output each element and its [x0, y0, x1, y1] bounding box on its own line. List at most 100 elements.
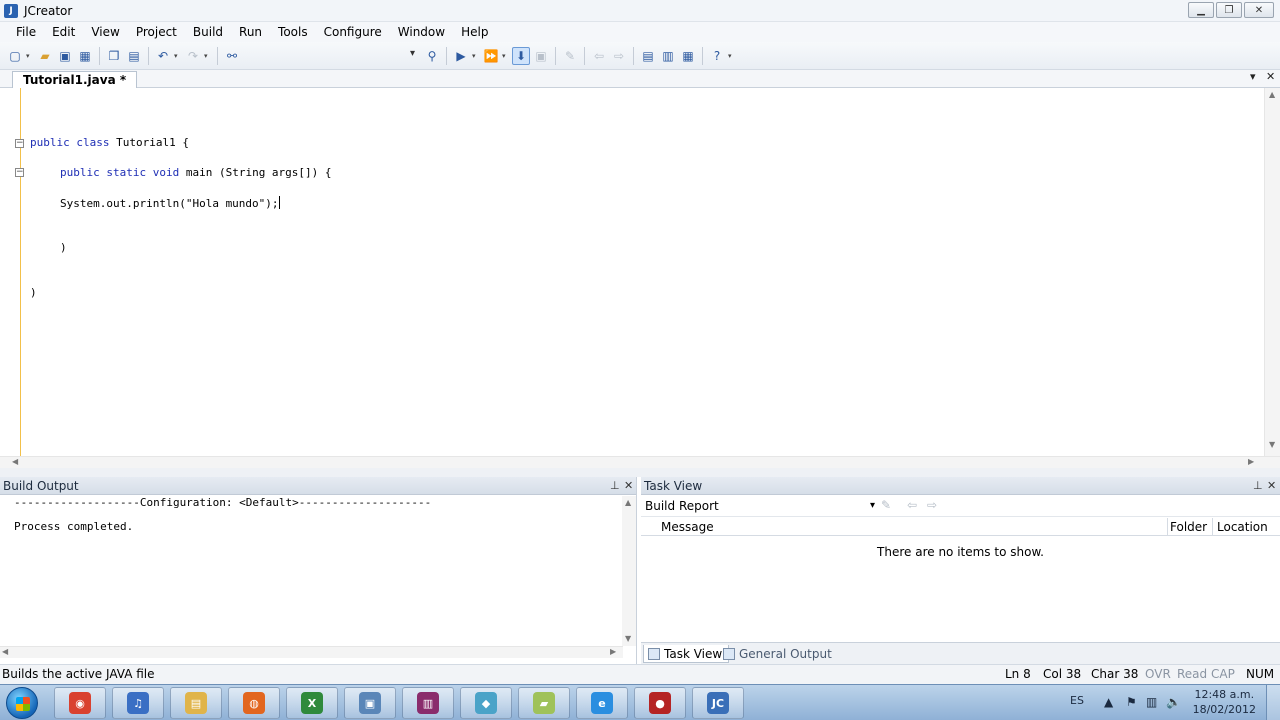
jcreator-app-icon[interactable]: J: [4, 3, 18, 18]
taskbar-itunes-button[interactable]: ♫: [112, 687, 164, 719]
clock[interactable]: 12:48 a.m. 18/02/2012: [1193, 687, 1256, 717]
language-indicator[interactable]: ES: [1070, 694, 1084, 707]
save-icon[interactable]: ▣: [56, 47, 74, 65]
menu-view[interactable]: View: [83, 22, 127, 42]
column-folder[interactable]: Folder: [1165, 518, 1213, 536]
window-layout-icon[interactable]: ▤: [639, 47, 657, 65]
copy-icon[interactable]: ❐: [105, 47, 123, 65]
menu-edit[interactable]: Edit: [44, 22, 83, 42]
redo-icon[interactable]: ↷: [184, 47, 202, 65]
next-task-icon[interactable]: ⇨: [927, 498, 937, 512]
status-char: Char 38: [1091, 667, 1139, 681]
pin-icon[interactable]: ⊥: [1253, 477, 1263, 495]
taskbar-winrar-button[interactable]: ▥: [402, 687, 454, 719]
undo-icon[interactable]: ↶: [154, 47, 172, 65]
close-pane-icon[interactable]: ✕: [624, 477, 633, 495]
minimize-button[interactable]: ▁: [1188, 2, 1214, 18]
scroll-left-icon[interactable]: ◀: [2, 647, 8, 656]
scroll-down-icon[interactable]: ▼: [1269, 440, 1275, 449]
close-button[interactable]: ✕: [1244, 2, 1274, 18]
forward-arrow-icon[interactable]: ⇨: [610, 47, 628, 65]
search-combo-box[interactable]: [247, 47, 417, 65]
scroll-up-icon[interactable]: ▲: [1269, 90, 1275, 99]
column-location[interactable]: Location: [1212, 518, 1280, 536]
menu-build[interactable]: Build: [185, 22, 231, 42]
restore-button[interactable]: ❐: [1216, 2, 1242, 18]
edit-pencil-icon[interactable]: ✎: [561, 47, 579, 65]
window-cascade-icon[interactable]: ▦: [679, 47, 697, 65]
new-file-dropdown-icon[interactable]: ▾: [26, 52, 34, 60]
close-document-icon[interactable]: ✕: [1266, 70, 1275, 83]
taskbar-jcreator-button[interactable]: JC: [692, 687, 744, 719]
scroll-right-icon[interactable]: ▶: [1248, 457, 1254, 466]
window-tile-icon[interactable]: ▥: [659, 47, 677, 65]
find-binoculars-icon[interactable]: ⚯: [223, 47, 241, 65]
undo-dropdown-icon[interactable]: ▾: [174, 52, 182, 60]
tab-tutorial1-java[interactable]: Tutorial1.java *: [12, 71, 138, 88]
paste-icon[interactable]: ▤: [125, 47, 143, 65]
task-filter-select[interactable]: Build Report: [643, 497, 877, 515]
save-all-icon[interactable]: ▦: [76, 47, 94, 65]
show-hidden-icons-icon[interactable]: ▲: [1104, 695, 1113, 709]
toolbar: ▢ ▾ ▰ ▣ ▦ ❐ ▤ ↶ ▾ ↷ ▾ ⚯ ⚲ ▶ ▾ ⏩ ▾ ⬇ ▣ ✎ …: [0, 42, 1280, 70]
taskbar-chrome-button[interactable]: ◉: [54, 687, 106, 719]
toolbar-separator: [217, 46, 218, 65]
run-dropdown-icon[interactable]: ▾: [472, 52, 480, 60]
build-output-vertical-scrollbar[interactable]: ▲ ▼: [622, 496, 636, 646]
action-center-flag-icon[interactable]: ⚑: [1126, 695, 1137, 709]
tab-task-view[interactable]: Task View: [643, 645, 730, 663]
editor-vertical-scrollbar[interactable]: ▲ ▼: [1264, 88, 1280, 456]
previous-task-icon[interactable]: ⇦: [907, 498, 917, 512]
pane-splitter[interactable]: [0, 468, 1280, 477]
new-file-icon[interactable]: ▢: [6, 47, 24, 65]
taskbar-notepad-button[interactable]: ▰: [518, 687, 570, 719]
show-desktop-button[interactable]: [1266, 685, 1280, 720]
find-in-files-icon[interactable]: ⚲: [423, 47, 441, 65]
build-output-horizontal-scrollbar[interactable]: ◀ ▶: [0, 646, 623, 658]
status-bar: Builds the active JAVA file Ln 8 Col 38 …: [0, 664, 1280, 684]
menu-help[interactable]: Help: [453, 22, 496, 42]
debug-dropdown-icon[interactable]: ▾: [502, 52, 510, 60]
scroll-left-icon[interactable]: ◀: [12, 457, 18, 466]
taskbar-virtual-box-button[interactable]: ◆: [460, 687, 512, 719]
redo-dropdown-icon[interactable]: ▾: [204, 52, 212, 60]
tab-list-dropdown-icon[interactable]: ▾: [1250, 70, 1256, 83]
stop-build-icon[interactable]: ▣: [532, 47, 550, 65]
pin-icon[interactable]: ⊥: [610, 477, 620, 495]
close-pane-icon[interactable]: ✕: [1267, 477, 1276, 495]
taskbar-excel-button[interactable]: X: [286, 687, 338, 719]
column-message[interactable]: Message: [656, 518, 1168, 536]
debug-run-icon[interactable]: ⏩: [482, 47, 500, 65]
menu-run[interactable]: Run: [231, 22, 270, 42]
scroll-right-icon[interactable]: ▶: [610, 647, 616, 656]
menu-project[interactable]: Project: [128, 22, 185, 42]
menu-configure[interactable]: Configure: [316, 22, 390, 42]
network-icon[interactable]: ▥: [1146, 695, 1157, 709]
start-button[interactable]: [6, 687, 38, 719]
general-output-icon: [723, 648, 735, 660]
scroll-down-icon[interactable]: ▼: [625, 634, 631, 643]
scroll-up-icon[interactable]: ▲: [625, 498, 631, 507]
volume-icon[interactable]: 🔈: [1166, 695, 1181, 709]
tab-general-output[interactable]: General Output: [719, 645, 838, 663]
taskbar-file-explorer-button[interactable]: ▤: [170, 687, 222, 719]
fold-toggle-icon[interactable]: −: [15, 139, 24, 148]
build-file-icon[interactable]: ⬇: [512, 46, 530, 65]
open-folder-icon[interactable]: ▰: [36, 47, 54, 65]
taskbar-internet-explorer-button[interactable]: e: [576, 687, 628, 719]
fold-toggle-icon[interactable]: −: [15, 168, 24, 177]
taskbar-recorder-button[interactable]: ●: [634, 687, 686, 719]
menu-window[interactable]: Window: [390, 22, 453, 42]
taskbar-firefox-button[interactable]: ◍: [228, 687, 280, 719]
menu-file[interactable]: File: [8, 22, 44, 42]
code-editor[interactable]: − − public class Tutorial1 { public stat…: [0, 88, 1280, 468]
editor-horizontal-scrollbar[interactable]: ◀ ▶: [0, 456, 1280, 468]
back-arrow-icon[interactable]: ⇦: [590, 47, 608, 65]
text-caret: [278, 196, 280, 209]
run-icon[interactable]: ▶: [452, 47, 470, 65]
help-icon[interactable]: ?: [708, 47, 726, 65]
taskbar-remote-desktop-button[interactable]: ▣: [344, 687, 396, 719]
menu-tools[interactable]: Tools: [270, 22, 316, 42]
toolbar-options-icon[interactable]: ▾: [728, 52, 736, 60]
edit-task-icon[interactable]: ✎: [881, 498, 891, 512]
